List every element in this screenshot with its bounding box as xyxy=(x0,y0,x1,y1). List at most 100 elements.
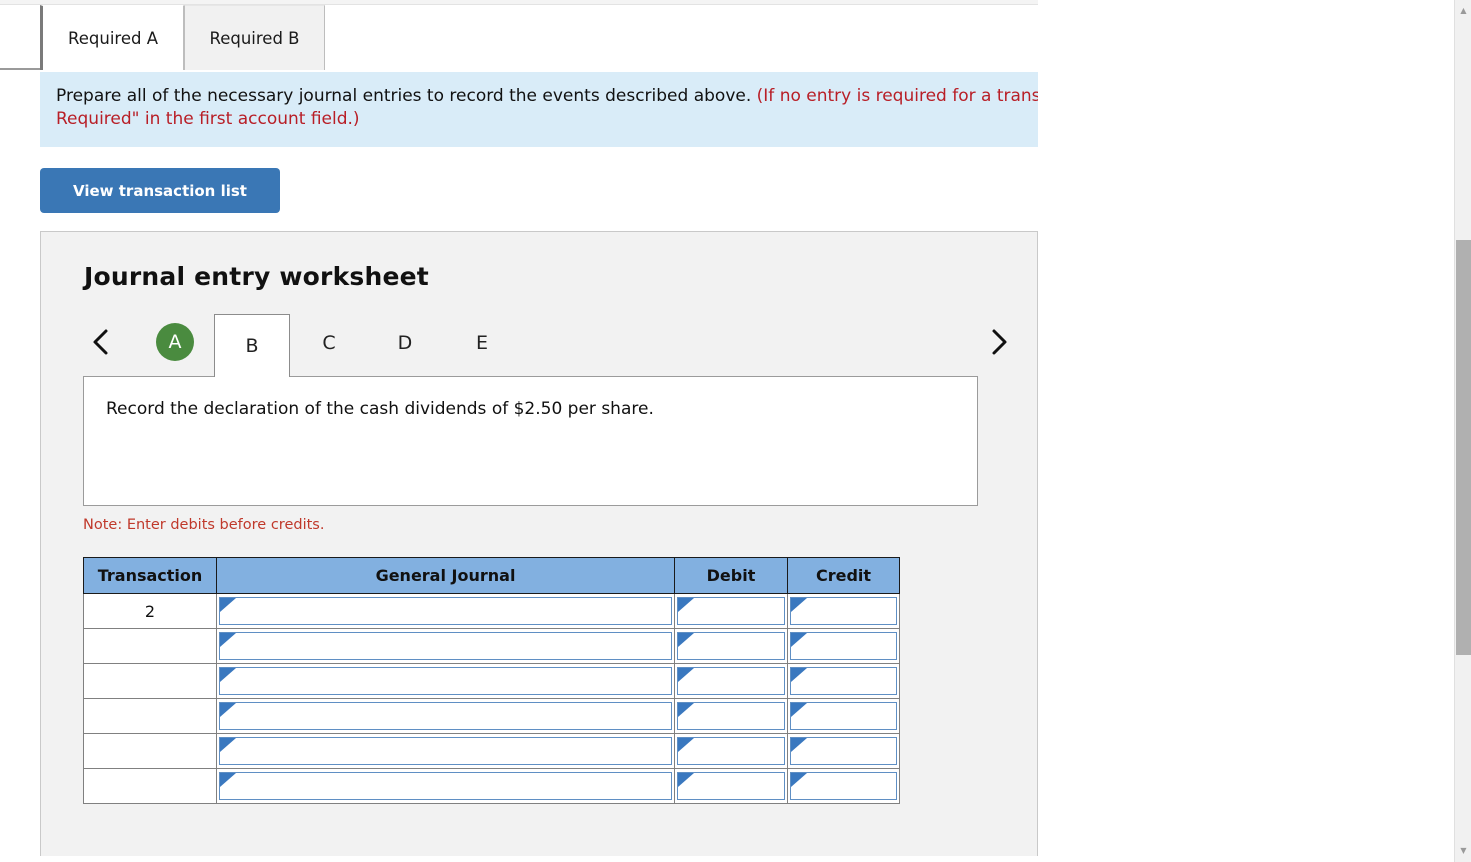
debits-before-credits-note: Note: Enter debits before credits. xyxy=(83,517,325,533)
credit-cell[interactable] xyxy=(787,768,900,804)
transaction-description-box: Record the declaration of the cash divid… xyxy=(83,376,978,506)
chevron-right-icon[interactable] xyxy=(979,320,1019,364)
credit-cell[interactable] xyxy=(787,733,900,769)
tab-required-a-label: Required A xyxy=(68,28,158,48)
worksheet-step-d[interactable]: D xyxy=(385,314,425,371)
transaction-number-cell xyxy=(83,628,217,664)
debit-input-field[interactable] xyxy=(677,597,785,625)
account-select-field[interactable] xyxy=(219,632,672,660)
credit-cell[interactable] xyxy=(787,593,900,629)
page-root: Required A Required B Prepare all of the… xyxy=(0,0,1471,862)
debit-cell[interactable] xyxy=(674,628,788,664)
worksheet-step-c-label: C xyxy=(322,331,336,354)
chevron-left-icon[interactable] xyxy=(81,320,121,364)
dropdown-triangle-icon xyxy=(678,773,694,787)
credit-cell[interactable] xyxy=(787,698,900,734)
dropdown-triangle-icon xyxy=(791,633,807,647)
right-empty-area xyxy=(1038,0,1454,862)
scroll-up-arrow-icon[interactable]: ▲ xyxy=(1459,6,1468,15)
dropdown-triangle-icon xyxy=(678,598,694,612)
worksheet-step-e-label: E xyxy=(475,331,488,354)
credit-cell[interactable] xyxy=(787,628,900,664)
transaction-description-text: Record the declaration of the cash divid… xyxy=(106,399,654,419)
general-journal-cell[interactable] xyxy=(216,663,675,699)
dropdown-triangle-icon xyxy=(791,703,807,717)
transaction-number-cell xyxy=(83,733,217,769)
worksheet-step-d-label: D xyxy=(397,331,413,354)
table-row xyxy=(83,768,900,804)
dropdown-triangle-icon xyxy=(791,773,807,787)
debit-input-field[interactable] xyxy=(677,772,785,800)
bottom-gutter xyxy=(0,856,1454,862)
table-row xyxy=(83,733,900,769)
debit-cell[interactable] xyxy=(674,663,788,699)
worksheet-step-a-label: A xyxy=(168,331,182,353)
debit-cell[interactable] xyxy=(674,733,788,769)
column-header-debit: Debit xyxy=(674,557,788,594)
dropdown-triangle-icon xyxy=(678,668,694,682)
table-row xyxy=(83,628,900,664)
credit-input-field[interactable] xyxy=(790,597,897,625)
debit-input-field[interactable] xyxy=(677,667,785,695)
table-row xyxy=(83,663,900,699)
dropdown-triangle-icon xyxy=(220,633,236,647)
debit-cell[interactable] xyxy=(674,768,788,804)
credit-input-field[interactable] xyxy=(790,772,897,800)
credit-input-field[interactable] xyxy=(790,667,897,695)
journal-entry-table: Transaction General Journal Debit Credit… xyxy=(83,557,900,804)
worksheet-step-e[interactable]: E xyxy=(462,314,502,371)
general-journal-cell[interactable] xyxy=(216,733,675,769)
worksheet-step-b-label: B xyxy=(245,335,259,357)
worksheet-title: Journal entry worksheet xyxy=(84,262,429,291)
scroll-down-arrow-icon[interactable]: ▼ xyxy=(1459,846,1468,855)
scrollbar-thumb[interactable] xyxy=(1456,240,1471,655)
debit-cell[interactable] xyxy=(674,593,788,629)
debit-input-field[interactable] xyxy=(677,632,785,660)
credit-input-field[interactable] xyxy=(790,737,897,765)
worksheet-step-a[interactable]: A xyxy=(156,323,194,361)
table-row: 2 xyxy=(83,593,900,629)
general-journal-cell[interactable] xyxy=(216,698,675,734)
dropdown-triangle-icon xyxy=(220,773,236,787)
tab-required-b[interactable]: Required B xyxy=(184,5,325,70)
scrollbar-track[interactable]: ▲ ▼ xyxy=(1454,0,1471,862)
general-journal-cell[interactable] xyxy=(216,768,675,804)
account-select-field[interactable] xyxy=(219,597,672,625)
page-scrollbar[interactable]: ▲ ▼ xyxy=(1454,0,1471,862)
dropdown-triangle-icon xyxy=(220,703,236,717)
debit-cell[interactable] xyxy=(674,698,788,734)
worksheet-step-b[interactable]: B xyxy=(214,314,290,377)
view-transaction-list-button[interactable]: View transaction list xyxy=(40,168,280,213)
table-header-row: Transaction General Journal Debit Credit xyxy=(83,557,900,594)
tab-required-a[interactable]: Required A xyxy=(40,5,184,70)
general-journal-cell[interactable] xyxy=(216,593,675,629)
credit-cell[interactable] xyxy=(787,663,900,699)
credit-input-field[interactable] xyxy=(790,702,897,730)
worksheet-step-c[interactable]: C xyxy=(309,314,349,371)
dropdown-triangle-icon xyxy=(791,668,807,682)
tab-required-b-label: Required B xyxy=(209,28,300,48)
journal-entry-worksheet-panel: Journal entry worksheet A B C D E Record… xyxy=(40,231,1038,862)
table-row xyxy=(83,698,900,734)
dropdown-triangle-icon xyxy=(220,598,236,612)
transaction-number-cell xyxy=(83,768,217,804)
column-header-general-journal: General Journal xyxy=(216,557,675,594)
dropdown-triangle-icon xyxy=(220,668,236,682)
transaction-number-cell: 2 xyxy=(83,593,217,629)
credit-input-field[interactable] xyxy=(790,632,897,660)
instruction-text: Prepare all of the necessary journal ent… xyxy=(56,86,752,106)
transaction-number-cell xyxy=(83,663,217,699)
dropdown-triangle-icon xyxy=(678,633,694,647)
account-select-field[interactable] xyxy=(219,737,672,765)
account-select-field[interactable] xyxy=(219,667,672,695)
dropdown-triangle-icon xyxy=(791,598,807,612)
debit-input-field[interactable] xyxy=(677,702,785,730)
transaction-number-cell xyxy=(83,698,217,734)
dropdown-triangle-icon xyxy=(791,738,807,752)
column-header-transaction: Transaction xyxy=(83,557,217,594)
account-select-field[interactable] xyxy=(219,702,672,730)
debit-input-field[interactable] xyxy=(677,737,785,765)
dropdown-triangle-icon xyxy=(678,703,694,717)
account-select-field[interactable] xyxy=(219,772,672,800)
general-journal-cell[interactable] xyxy=(216,628,675,664)
